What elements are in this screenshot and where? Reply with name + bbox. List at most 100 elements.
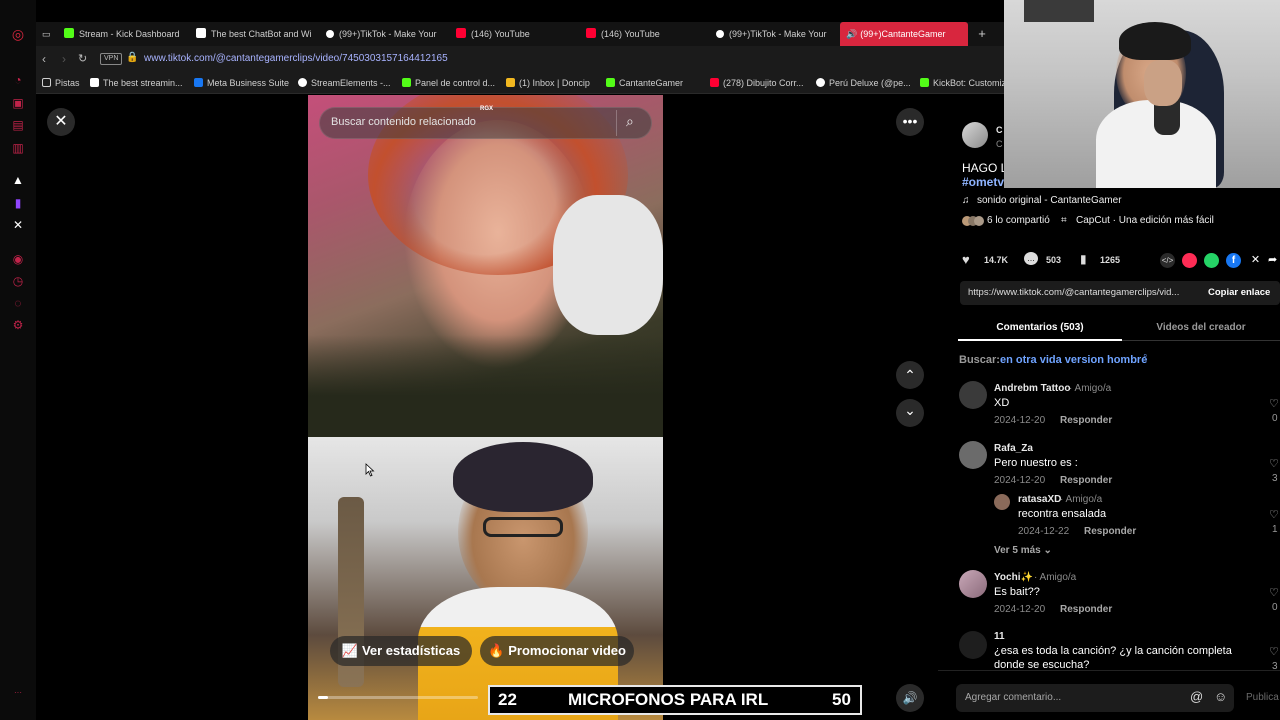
tab-creator-videos[interactable]: Videos del creador: [1122, 317, 1280, 341]
comment-like-icon[interactable]: ♡: [1269, 397, 1279, 410]
new-tab-button[interactable]: +: [972, 22, 992, 46]
comment-like-count: 1: [1272, 524, 1278, 535]
comment-author[interactable]: Rafa_Za: [994, 443, 1033, 454]
comment-like-count: 0: [1272, 413, 1278, 424]
sound-link[interactable]: sonido original - CantanteGamer: [977, 195, 1122, 206]
copy-link-button[interactable]: Copiar enlace: [1208, 287, 1270, 298]
search-icon[interactable]: ⌕: [626, 113, 634, 130]
previous-video-button[interactable]: ⌃: [896, 361, 924, 389]
bookmark-6[interactable]: CantanteGamer: [606, 72, 683, 94]
reply-button[interactable]: Responder: [1060, 604, 1112, 615]
bookmark-7[interactable]: (278) Dibujito Corr...: [710, 72, 804, 94]
shared-count[interactable]: 6 lo compartió: [987, 215, 1050, 226]
share-arrow-icon[interactable]: ➦: [1268, 253, 1280, 268]
reply-button[interactable]: Responder: [1060, 415, 1112, 426]
reply-author[interactable]: ratasaXD: [1018, 494, 1061, 505]
next-video-button[interactable]: ⌄: [896, 399, 924, 427]
author-avatar[interactable]: [962, 122, 988, 148]
reply-meta: · Amigo/a: [1060, 494, 1103, 505]
comment-author[interactable]: Andrebm Tattoo: [994, 383, 1070, 394]
repost-icon[interactable]: [1182, 253, 1197, 268]
sidebar-play-icon[interactable]: ◉: [11, 252, 25, 266]
comment-text: XD: [994, 397, 1010, 409]
bookmark-2[interactable]: Meta Business Suite: [194, 72, 289, 94]
bookmark-5[interactable]: (1) Inbox | Doncip: [506, 72, 590, 94]
tab-1[interactable]: The best ChatBot and Wi: [196, 22, 324, 46]
bookmark-1[interactable]: The best streamin...: [90, 72, 183, 94]
video-player[interactable]: Buscar contenido relacionado RGX ⌕ 📈 Ver …: [308, 95, 663, 720]
sidebar-more-icon[interactable]: ···: [11, 686, 25, 700]
comment-author[interactable]: 11: [994, 631, 1005, 642]
bookmark-8[interactable]: Perú Deluxe (@pe...: [816, 72, 911, 94]
reply-button[interactable]: Responder: [1060, 475, 1112, 486]
tab-4[interactable]: (146) YouTube: [586, 22, 714, 46]
volume-button[interactable]: 🔊: [896, 684, 924, 712]
bookmark-3[interactable]: StreamElements -...: [298, 72, 391, 94]
sidebar-settings-icon[interactable]: ⚙: [11, 318, 25, 332]
tab-5[interactable]: (99+)TikTok - Make Your: [716, 22, 838, 46]
see-more-replies-button[interactable]: Ver 5 más ⌄: [994, 545, 1052, 556]
bookmark-9[interactable]: KickBot: Customiz: [920, 72, 1006, 94]
bookmark-0[interactable]: Pistas: [42, 72, 80, 94]
hashtag-link[interactable]: #ometv: [962, 175, 1004, 189]
search-suggestion-link[interactable]: en otra vida version hombre: [1000, 354, 1147, 366]
capcut-link[interactable]: CapCut · Una edición más fácil: [1076, 215, 1214, 226]
comment-date: 2024-12-20: [994, 604, 1046, 615]
related-search-input[interactable]: Buscar contenido relacionado: [331, 116, 476, 128]
sidebar-x-icon[interactable]: ✕: [11, 218, 25, 232]
bookmark-4[interactable]: Panel de control d...: [402, 72, 495, 94]
author-name[interactable]: C: [996, 125, 1003, 135]
comment-like-icon[interactable]: ♡: [1269, 457, 1279, 470]
sidebar-twitch-icon[interactable]: ▮: [11, 196, 25, 210]
x-share-icon[interactable]: ✕: [1248, 253, 1263, 268]
opera-logo-icon[interactable]: ◎: [11, 27, 25, 41]
promote-button[interactable]: 🔥 Promocionar video: [480, 636, 634, 666]
tiktok-icon: [326, 30, 334, 38]
comment-like-icon[interactable]: ♡: [1269, 586, 1279, 599]
tab-2[interactable]: (99+)TikTok - Make Your: [326, 22, 454, 46]
video-progress-track[interactable]: [318, 696, 478, 699]
tab-6-active[interactable]: 🔊 (99+)CantanteGamer: [840, 22, 968, 46]
comment-author[interactable]: Yochi✨: [994, 572, 1033, 583]
tab-0[interactable]: Stream - Kick Dashboard: [64, 22, 192, 46]
like-icon[interactable]: ♥: [962, 252, 970, 267]
sidebar-aria-icon[interactable]: ▲: [11, 173, 25, 187]
add-comment-field[interactable]: Agregar comentario... @ ☺: [956, 684, 1234, 712]
forward-icon[interactable]: ›: [62, 52, 66, 66]
reload-icon[interactable]: ↻: [78, 52, 87, 65]
sidebar-clock-icon[interactable]: ◷: [11, 274, 25, 288]
emoji-icon[interactable]: ☺: [1214, 689, 1227, 704]
author-subname: C: [996, 139, 1003, 149]
sidebar-box-icon[interactable]: ▥: [11, 141, 25, 155]
avatar[interactable]: [959, 570, 987, 598]
bookmark-icon[interactable]: ▮: [1080, 252, 1087, 266]
sidebar-bag-icon[interactable]: ▣: [11, 96, 25, 110]
comment-like-icon[interactable]: ♡: [1269, 508, 1279, 521]
url-field[interactable]: www.tiktok.com/@cantantegamerclips/video…: [144, 53, 1004, 64]
vpn-badge[interactable]: VPN: [100, 53, 123, 65]
reply-button[interactable]: Responder: [1084, 526, 1136, 537]
avatar[interactable]: [959, 381, 987, 409]
related-search-bar[interactable]: Buscar contenido relacionado RGX ⌕: [319, 106, 652, 139]
stats-button[interactable]: 📈 Ver estadísticas: [330, 636, 472, 666]
mention-icon[interactable]: @: [1190, 689, 1203, 704]
tab-comments[interactable]: Comentarios (503): [958, 317, 1122, 341]
sidebar-speed-icon[interactable]: ◔: [11, 73, 25, 87]
back-icon[interactable]: ‹: [42, 52, 46, 66]
video-link[interactable]: https://www.tiktok.com/@cantantegamercli…: [968, 287, 1179, 298]
workspace-icon[interactable]: ▭: [42, 22, 60, 46]
sidebar-chat-icon[interactable]: ▤: [11, 118, 25, 132]
comment-icon[interactable]: …: [1024, 252, 1038, 265]
more-options-button[interactable]: •••: [896, 108, 924, 136]
avatar[interactable]: [959, 631, 987, 659]
comment-like-icon[interactable]: ♡: [1269, 645, 1279, 658]
embed-icon[interactable]: </>: [1160, 253, 1175, 268]
facebook-icon[interactable]: f: [1226, 253, 1241, 268]
close-video-button[interactable]: ✕: [47, 108, 75, 136]
tab-3[interactable]: (146) YouTube: [456, 22, 584, 46]
publish-button[interactable]: Publica: [1246, 692, 1279, 703]
sidebar-chat-bubble-icon[interactable]: ◌: [11, 296, 25, 310]
avatar[interactable]: [959, 441, 987, 469]
whatsapp-icon[interactable]: [1204, 253, 1219, 268]
avatar[interactable]: [994, 494, 1010, 510]
